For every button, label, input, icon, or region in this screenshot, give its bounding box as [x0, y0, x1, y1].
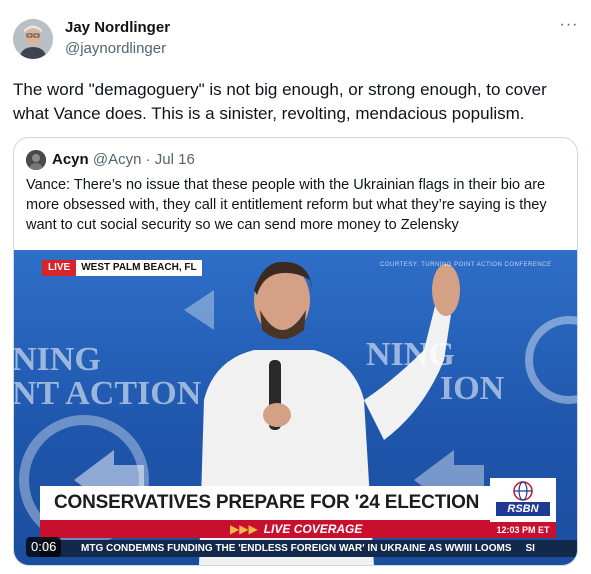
live-location-bug: LIVE WEST PALM BEACH, FL	[42, 260, 202, 276]
live-coverage-label: LIVE COVERAGE	[263, 522, 363, 536]
live-coverage-bar: ▶▶▶ LIVE COVERAGE	[40, 520, 490, 538]
headline-banner: CONSERVATIVES PREPARE FOR '24 ELECTION	[40, 486, 490, 520]
video-timestamp: 0:06	[26, 537, 62, 557]
quoted-text: Vance: There’s no issue that these peopl…	[26, 177, 547, 233]
quoted-author-name: Acyn	[52, 151, 89, 168]
network-logo: RSBN	[496, 502, 550, 516]
courtesy-credit: COURTESY: TURNING POINT ACTION CONFERENC…	[380, 262, 552, 268]
more-options-icon[interactable]: ···	[557, 16, 581, 36]
quoted-tweet-card[interactable]: Acyn @Acyn · Jul 16 Vance: There’s no is…	[13, 137, 578, 566]
location-label: WEST PALM BEACH, FL	[76, 260, 202, 276]
quoted-header: Acyn @Acyn · Jul 16	[52, 151, 195, 168]
author-name[interactable]: Jay Nordlinger	[65, 19, 170, 36]
ticker-text: MTG CONDEMNS FUNDING THE 'ENDLESS FOREIG…	[81, 543, 512, 554]
author-handle[interactable]: @jaynordlinger	[65, 40, 166, 57]
ticker-suffix: SI	[525, 543, 535, 554]
news-ticker: IDMTG CONDEMNS FUNDING THE 'ENDLESS FORE…	[40, 540, 577, 557]
live-badge: LIVE	[42, 260, 77, 276]
tweet-text: The word "demagoguery" is not big enough…	[13, 80, 547, 123]
author-avatar[interactable]	[13, 19, 53, 59]
globe-icon	[513, 481, 533, 501]
quoted-author-avatar	[26, 150, 46, 170]
broadcast-clock: 12:03 PM ET	[490, 522, 556, 538]
backdrop-text-left: NING NT ACTION	[14, 341, 202, 412]
network-logo-box: RSBN 12:03 PM ET	[490, 478, 556, 538]
video-player[interactable]: NING NT ACTION NING ION LIVE WEST PALM B…	[14, 250, 577, 565]
quoted-handle-date: @Acyn · Jul 16	[92, 151, 195, 168]
arrows-icon: ▶▶▶	[230, 522, 258, 536]
backdrop-text-right: NING ION	[366, 336, 505, 407]
